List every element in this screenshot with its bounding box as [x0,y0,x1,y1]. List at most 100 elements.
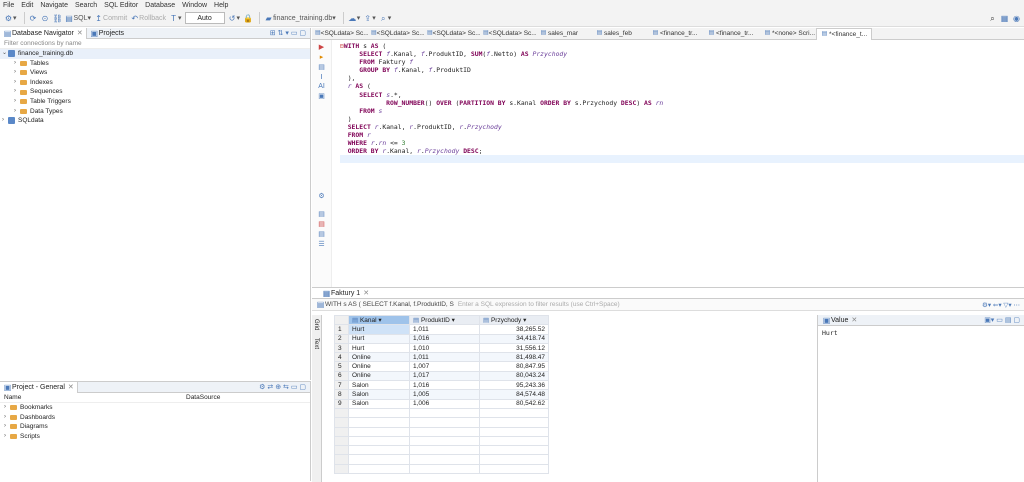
filter-connections-input[interactable]: Filter connections by name [0,39,310,49]
table-cell[interactable]: Salon [348,389,410,400]
editor-tab[interactable]: ▤ <finance_tr... [704,28,760,40]
project-actions[interactable]: ⚙ ⇄ ⊕ ⇆ ▭ ▢ [259,383,306,391]
editor-tab[interactable]: ▤ <SQLdata> Sc... [480,28,536,40]
value-content[interactable]: Hurt [818,326,1024,340]
refresh-icon[interactable]: ⟳ [29,12,38,25]
settings-icon[interactable]: ⚙ [312,192,331,200]
table-cell[interactable]: 1,016 [409,380,480,391]
explain-icon[interactable]: ▤ [312,63,331,71]
table-cell[interactable]: 1,011 [409,352,480,363]
table-cell[interactable]: Salon [348,398,410,409]
share-icon[interactable]: ⇪ ▾ [363,12,375,25]
table-cell[interactable]: 1,005 [409,389,480,400]
link-icon[interactable]: ⛓ [53,12,63,25]
tree-item[interactable]: › Sequences [0,87,310,97]
menu-item[interactable]: File [3,2,14,9]
column-header[interactable]: ▤ ProduktID ▾ [409,314,480,326]
table-cell[interactable]: 84,574.48 [479,389,549,400]
layout-icon[interactable]: ☰ [312,240,331,248]
menu-item[interactable]: Help [214,2,228,9]
editor-tab[interactable]: ▤ sales_feb [592,28,648,40]
table-cell[interactable]: Hurt [348,333,410,344]
table-cell[interactable]: Online [348,361,410,372]
menu-item[interactable]: Database [145,2,175,9]
tab-project-general[interactable]: ▣ Project - General ✕ [0,381,78,393]
filter-expression-input[interactable]: Enter a SQL expression to filter results… [458,301,620,308]
table-cell[interactable]: 1,007 [409,361,480,372]
tab-projects[interactable]: ▣ Projects [87,28,127,39]
active-database-button[interactable]: ▰ finance_training.db ▾ [264,12,335,25]
table-row[interactable]: 6 Online 1,017 80,043.24 [334,370,549,382]
ai-icon[interactable]: AI [312,83,331,90]
tree-db-finance[interactable]: ⌄ finance_training.db [0,49,310,59]
filter-icon[interactable]: ⊙ [41,12,50,25]
cloud-icon[interactable]: ☁ ▾ [348,12,360,25]
rollback-button[interactable]: ↶ Rollback [130,12,166,25]
search-toolbar-icon[interactable]: ⌕ ▾ [379,12,391,25]
tab-faktury[interactable]: Faktury 1 [331,290,360,297]
table-cell[interactable]: 34,418.74 [479,333,549,344]
delete-script-icon[interactable]: ▤ [312,220,331,228]
menu-item[interactable]: Window [182,2,207,9]
table-cell[interactable]: 95,243.36 [479,380,549,391]
dbeaver-icon[interactable]: ◉ [1012,12,1021,25]
text-view-tab[interactable]: Text [313,338,319,349]
editor-tab[interactable]: ▤ *<finance_t... [816,27,872,40]
table-cell[interactable]: Hurt [348,342,410,354]
export-icon[interactable]: ▤ [312,230,331,238]
tree-item[interactable]: › Data Types [0,107,310,117]
transaction-icon[interactable]: T ▾ [169,12,181,25]
editor-tab[interactable]: ▤ <SQLdata> Sc... [368,28,424,40]
menu-item[interactable]: SQL Editor [104,2,138,9]
table-cell[interactable]: 1,016 [409,333,480,344]
table-cell[interactable]: Online [348,352,410,363]
connect-icon[interactable]: ⚙ ▾ [4,12,17,25]
table-row[interactable]: 8 Salon 1,005 84,574.48 [334,389,549,400]
image-icon[interactable]: ▣ [312,92,331,100]
sql-editor-button[interactable]: ▤ SQL ▾ [65,12,91,25]
column-header[interactable]: ▤ Kanal ▾ [348,314,410,326]
grid-view-tab[interactable]: Grid [313,319,319,330]
filter-actions[interactable]: ⚙▾ ⇐▾ ▽▾ ⋯ [982,301,1020,309]
menu-item[interactable]: Edit [21,2,33,9]
table-cell[interactable]: Hurt [348,324,410,335]
tab-database-navigator[interactable]: ▤ Database Navigator ✕ [0,27,87,39]
project-item[interactable]: › Dashboards [0,413,310,423]
run-icon[interactable]: ▶ [312,43,331,51]
tree-item[interactable]: › Indexes [0,78,310,88]
table-cell[interactable]: 1,017 [409,370,480,382]
editor-tab[interactable]: ▤ <finance_tr... [648,28,704,40]
table-cell[interactable]: 38,265.52 [479,324,549,335]
table-cell[interactable]: 80,847.95 [479,361,549,372]
editor-tab[interactable]: ▤ <SQLdata> Sc... [424,28,480,40]
value-actions[interactable]: ▣▾ ▭ ▤ ▢ [984,316,1020,324]
table-cell[interactable]: 80,043.24 [479,370,549,382]
table-row[interactable]: 7 Salon 1,016 95,243.36 [334,380,549,391]
save-script-icon[interactable]: ▤ [312,210,331,218]
tree-item[interactable]: › Tables [0,59,310,69]
sql-code-editor[interactable]: ⊟WITH s AS ( SELECT f.Kanal, f.ProduktID… [340,42,1024,287]
history-icon[interactable]: ↺ ▾ [228,12,240,25]
table-cell[interactable]: Salon [348,380,410,391]
tree-item[interactable]: › Views [0,68,310,78]
table-row[interactable]: 5 Online 1,007 80,847.95 [334,361,549,372]
table-cell[interactable]: 1,011 [409,324,480,335]
table-cell[interactable]: 31,556.12 [479,342,549,354]
column-header[interactable]: ▤ Przychody ▾ [479,314,549,326]
table-cell[interactable]: Online [348,370,410,382]
table-cell[interactable]: 1,010 [409,342,480,354]
table-row[interactable]: 3 Hurt 1,010 31,556.12 [334,342,549,354]
editor-tab[interactable]: ▤ sales_mar [536,28,592,40]
table-cell[interactable]: 81,498.47 [479,352,549,363]
commit-button[interactable]: ↥ Commit [94,12,127,25]
project-item[interactable]: › Bookmarks [0,403,310,413]
editor-tab[interactable]: ▤ <SQLdata> Sc... [312,28,368,40]
lock-icon[interactable]: 🔒 [243,12,253,25]
table-cell[interactable]: 1,006 [409,398,480,409]
table-row[interactable]: 4 Online 1,011 81,498.47 [334,352,549,363]
menu-item[interactable]: Search [75,2,97,9]
project-item[interactable]: › Diagrams [0,422,310,432]
menu-item[interactable]: Navigate [40,2,68,9]
table-row[interactable]: 2 Hurt 1,016 34,418.74 [334,333,549,344]
table-row[interactable]: 1 Hurt 1,011 38,265.52 [334,324,549,335]
